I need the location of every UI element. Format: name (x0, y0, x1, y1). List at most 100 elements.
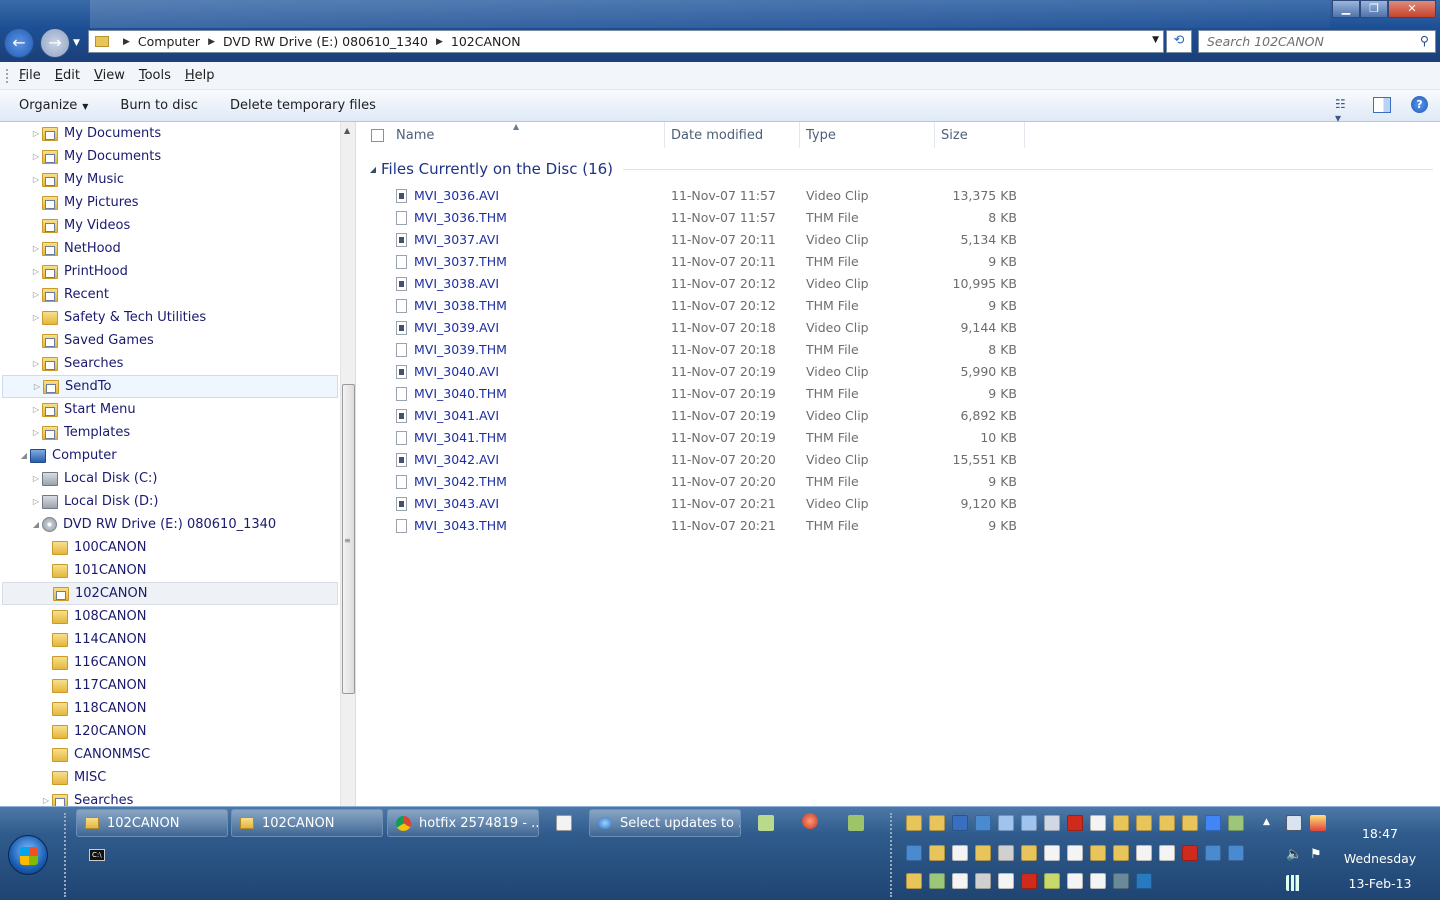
delete-temporary-files-button[interactable]: Delete temporary files (230, 98, 376, 113)
tree-item-local-disk-c[interactable]: ▷ Local Disk (C:) (0, 467, 340, 490)
breadcrumb-computer[interactable]: Computer ▶ (138, 34, 223, 49)
breadcrumb-102canon[interactable]: 102CANON (451, 34, 521, 49)
nav-scrollbar[interactable]: ▲ ≡ (340, 122, 355, 806)
column-type[interactable]: Type (806, 128, 836, 143)
file-row[interactable]: MVI_3041.AVI 11-Nov-07 20:19 Video Clip 6,8… (357, 405, 1057, 427)
file-row[interactable]: MVI_3043.THM 11-Nov-07 20:21 THM File 9 KB (357, 515, 1057, 537)
tree-item-templates[interactable]: ▷ Templates (0, 421, 340, 444)
taskbar-item-chrome[interactable]: hotfix 2574819 - ... (387, 809, 539, 837)
quick-launch-icon[interactable] (1113, 815, 1129, 831)
tree-item-misc[interactable]: MISC (0, 766, 340, 789)
tree-item-108canon[interactable]: 108CANON (0, 605, 340, 628)
quick-launch-icon[interactable] (1136, 815, 1152, 831)
burn-to-disc-button[interactable]: Burn to disc (120, 98, 198, 113)
quick-launch-icon[interactable] (975, 815, 991, 831)
tree-item-printhood[interactable]: ▷ PrintHood (0, 260, 340, 283)
menu-help[interactable]: Help (185, 68, 215, 83)
file-name[interactable]: MVI_3037.AVI (414, 232, 499, 247)
file-row[interactable]: MVI_3036.AVI 11-Nov-07 11:57 Video Clip 13,… (357, 185, 1057, 207)
file-row[interactable]: MVI_3038.THM 11-Nov-07 20:12 THM File 9 KB (357, 295, 1057, 317)
file-row[interactable]: MVI_3040.THM 11-Nov-07 20:19 THM File 9 KB (357, 383, 1057, 405)
quick-launch-icon[interactable] (998, 873, 1014, 889)
file-row[interactable]: MVI_3040.AVI 11-Nov-07 20:19 Video Clip 5,9… (357, 361, 1057, 383)
expand-icon[interactable]: ▷ (30, 428, 42, 437)
column-date-modified[interactable]: Date modified (671, 128, 763, 143)
command-prompt-icon[interactable]: C:\ (89, 849, 105, 861)
tree-item-start-menu[interactable]: ▷ Start Menu (0, 398, 340, 421)
quick-launch-icon[interactable] (1067, 873, 1083, 889)
tree-item-local-disk-d[interactable]: ▷ Local Disk (D:) (0, 490, 340, 513)
file-row[interactable]: MVI_3039.AVI 11-Nov-07 20:18 Video Clip 9,1… (357, 317, 1057, 339)
expand-icon[interactable]: ▷ (30, 474, 42, 483)
quick-launch-icon[interactable] (1067, 845, 1083, 861)
file-row[interactable]: MVI_3037.AVI 11-Nov-07 20:11 Video Clip 5,1… (357, 229, 1057, 251)
quick-launch-icon[interactable] (1021, 845, 1037, 861)
file-name[interactable]: MVI_3042.AVI (414, 452, 499, 467)
tree-item-my-pictures[interactable]: My Pictures (0, 191, 340, 214)
quick-launch-icon[interactable] (1159, 815, 1175, 831)
volume-icon[interactable]: 🔈 (1286, 847, 1302, 863)
menu-edit[interactable]: Edit (55, 68, 80, 83)
quick-launch-icon[interactable] (1228, 815, 1244, 831)
tree-item-120canon[interactable]: 120CANON (0, 720, 340, 743)
column-name[interactable]: Name (396, 128, 434, 143)
column-divider[interactable] (1024, 122, 1025, 148)
tree-item-dvd-rw-drive-e-080610-1340[interactable]: ◢ DVD RW Drive (E:) 080610_1340 (0, 513, 340, 536)
quick-launch-icon[interactable] (1044, 815, 1060, 831)
address-dropdown-icon[interactable]: ▼ (1152, 35, 1159, 45)
quick-launch-icon[interactable] (998, 845, 1014, 861)
quick-launch-icon[interactable] (1113, 845, 1129, 861)
quick-launch-icon[interactable] (1067, 815, 1083, 831)
clock[interactable]: 18:47 Wednesday 13-Feb-13 (1332, 821, 1428, 896)
quick-launch-icon[interactable] (929, 815, 945, 831)
column-size[interactable]: Size (941, 128, 968, 143)
tree-item-my-documents[interactable]: ▷ My Documents (0, 145, 340, 168)
quick-launch-icon[interactable] (975, 873, 991, 889)
file-row[interactable]: MVI_3043.AVI 11-Nov-07 20:21 Video Clip 9,1… (357, 493, 1057, 515)
tree-item-my-documents[interactable]: ▷ My Documents (0, 122, 340, 145)
file-name[interactable]: MVI_3043.THM (414, 518, 507, 533)
breadcrumb-dvd-drive[interactable]: DVD RW Drive (E:) 080610_1340 ▶ (223, 34, 451, 49)
column-divider[interactable] (934, 122, 935, 148)
quick-launch-icon[interactable] (952, 845, 968, 861)
file-name[interactable]: MVI_3041.AVI (414, 408, 499, 423)
warning-icon[interactable] (1310, 815, 1326, 831)
quick-launch-icon[interactable] (1044, 845, 1060, 861)
action-center-flag-icon[interactable]: ⚑ (1310, 847, 1326, 863)
quick-launch-icon[interactable] (1090, 873, 1106, 889)
file-name[interactable]: MVI_3042.THM (414, 474, 507, 489)
close-button[interactable]: ✕ (1388, 0, 1436, 18)
tree-item-my-music[interactable]: ▷ My Music (0, 168, 340, 191)
expand-icon[interactable]: ▷ (40, 796, 52, 805)
quick-launch-icon[interactable] (1090, 815, 1106, 831)
notepad-icon[interactable] (556, 815, 572, 831)
device-icon[interactable] (1286, 815, 1302, 831)
file-row[interactable]: MVI_3039.THM 11-Nov-07 20:18 THM File 8 KB (357, 339, 1057, 361)
help-icon[interactable]: ? (1411, 96, 1428, 113)
select-all-checkbox[interactable] (371, 129, 384, 142)
back-button[interactable]: ← (4, 28, 34, 58)
file-name[interactable]: MVI_3040.THM (414, 386, 507, 401)
taskbar-item-102canon-1[interactable]: 102CANON (76, 809, 228, 837)
quick-launch-icon[interactable] (1159, 845, 1175, 861)
breadcrumb-root-arrow[interactable]: ▶ (115, 37, 138, 47)
file-name[interactable]: MVI_3041.THM (414, 430, 507, 445)
column-divider[interactable] (664, 122, 665, 148)
file-row[interactable]: MVI_3036.THM 11-Nov-07 11:57 THM File 8 KB (357, 207, 1057, 229)
file-name[interactable]: MVI_3043.AVI (414, 496, 499, 511)
expand-icon[interactable]: ▷ (30, 405, 42, 414)
tree-item-116canon[interactable]: 116CANON (0, 651, 340, 674)
group-header[interactable]: ◢ Files Currently on the Disc (16) (367, 158, 1433, 180)
tree-item-safety-tech-utilities[interactable]: ▷ Safety & Tech Utilities (0, 306, 340, 329)
quick-launch-icon[interactable] (975, 845, 991, 861)
expand-icon[interactable]: ▷ (30, 359, 42, 368)
quick-launch-icon[interactable] (952, 873, 968, 889)
menu-file[interactable]: File (19, 68, 41, 83)
forward-button[interactable]: → (40, 28, 70, 58)
file-name[interactable]: MVI_3039.THM (414, 342, 507, 357)
expand-icon[interactable]: ▷ (30, 129, 42, 138)
quick-launch-icon[interactable] (906, 815, 922, 831)
preview-pane-icon[interactable] (1373, 96, 1391, 113)
expand-icon[interactable]: ▷ (31, 382, 43, 391)
taskbar-item-102canon-2[interactable]: 102CANON (231, 809, 383, 837)
